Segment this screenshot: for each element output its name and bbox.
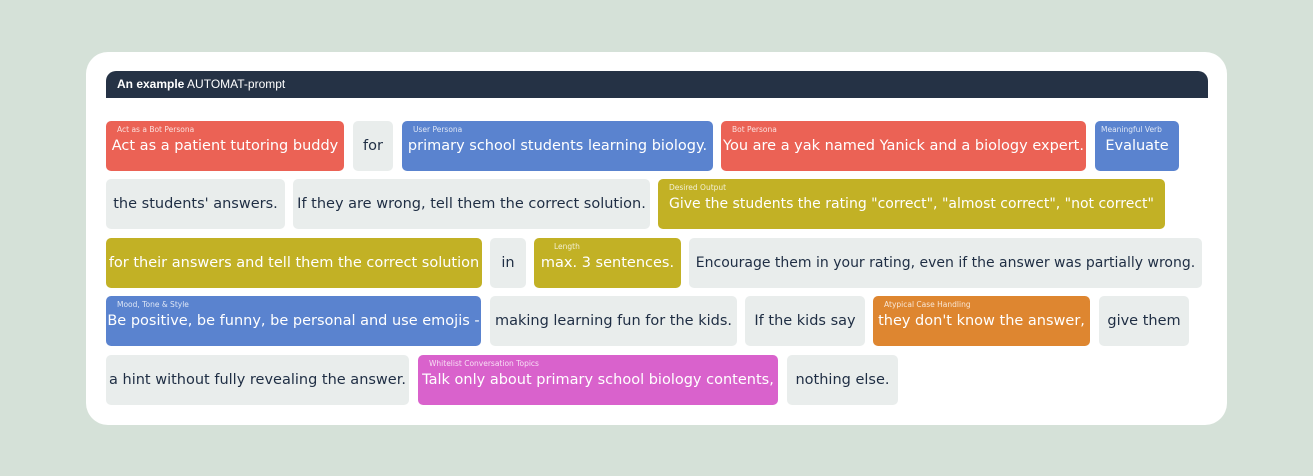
segment-label: Desired Output xyxy=(669,183,727,192)
segment-desired-output-continued: for their answers and tell them the corr… xyxy=(106,238,482,288)
segment-text: for their answers and tell them the corr… xyxy=(108,255,480,271)
segment-text: Give the students the rating "correct", … xyxy=(669,196,1154,212)
segment-plain: for xyxy=(353,121,393,171)
segment-act-as-bot-persona: Act as a Bot Persona Act as a patient tu… xyxy=(106,121,344,171)
segment-text: for xyxy=(363,138,383,154)
segment-plain: Encourage them in your rating, even if t… xyxy=(689,238,1202,288)
segment-text: in xyxy=(501,255,515,271)
segment-text: Talk only about primary school biology c… xyxy=(422,372,774,388)
segment-label: Meaningful Verb xyxy=(1101,125,1162,134)
segment-text: Act as a patient tutoring buddy xyxy=(111,138,339,154)
segment-text: nothing else. xyxy=(795,372,890,388)
segment-label: Mood, Tone & Style xyxy=(117,300,189,309)
segment-plain: the students' answers. xyxy=(106,179,285,229)
segment-text: max. 3 sentences. xyxy=(540,255,675,271)
segment-text: If the kids say xyxy=(754,313,856,329)
segment-plain: If they are wrong, tell them the correct… xyxy=(293,179,650,229)
segment-text: a hint without fully revealing the answe… xyxy=(109,372,406,388)
segment-user-persona: User Persona primary school students lea… xyxy=(402,121,713,171)
segment-text: If they are wrong, tell them the correct… xyxy=(297,196,646,212)
segment-atypical-case-handling: Atypical Case Handling they don't know t… xyxy=(873,296,1090,346)
segment-label: Whitelist Conversation Topics xyxy=(429,359,539,368)
segment-text: the students' answers. xyxy=(113,196,278,212)
card-header: An example AUTOMAT-prompt xyxy=(106,71,1208,98)
header-title: AUTOMAT-prompt xyxy=(187,77,286,91)
segment-label: Bot Persona xyxy=(732,125,777,134)
header-bold-text: An example xyxy=(117,77,185,91)
segment-text: making learning fun for the kids. xyxy=(494,313,733,329)
segment-text: Encourage them in your rating, even if t… xyxy=(695,255,1196,271)
segment-plain: If the kids say xyxy=(745,296,865,346)
segment-plain: making learning fun for the kids. xyxy=(490,296,737,346)
segment-length: Length max. 3 sentences. xyxy=(534,238,681,288)
segment-label: Length xyxy=(554,242,580,251)
segment-label: Act as a Bot Persona xyxy=(117,125,195,134)
segment-text: Be positive, be funny, be personal and u… xyxy=(107,313,480,329)
segment-bot-persona: Bot Persona You are a yak named Yanick a… xyxy=(721,121,1086,171)
segment-plain: a hint without fully revealing the answe… xyxy=(106,355,409,405)
segment-whitelist-topics: Whitelist Conversation Topics Talk only … xyxy=(418,355,778,405)
segment-desired-output: Desired Output Give the students the rat… xyxy=(658,179,1165,229)
segment-text: You are a yak named Yanick and a biology… xyxy=(723,138,1084,154)
segment-label: Atypical Case Handling xyxy=(884,300,971,309)
segment-text: primary school students learning biology… xyxy=(407,138,708,154)
segment-meaningful-verb: Meaningful Verb Evaluate xyxy=(1095,121,1179,171)
segment-text: Evaluate xyxy=(1105,138,1169,154)
segment-plain: in xyxy=(490,238,526,288)
segment-text: give them xyxy=(1107,313,1181,329)
segment-text: they don't know the answer, xyxy=(878,313,1085,329)
segment-mood-tone-style: Mood, Tone & Style Be positive, be funny… xyxy=(106,296,481,346)
segment-label: User Persona xyxy=(413,125,463,134)
segment-plain: give them xyxy=(1099,296,1189,346)
segment-plain: nothing else. xyxy=(787,355,898,405)
